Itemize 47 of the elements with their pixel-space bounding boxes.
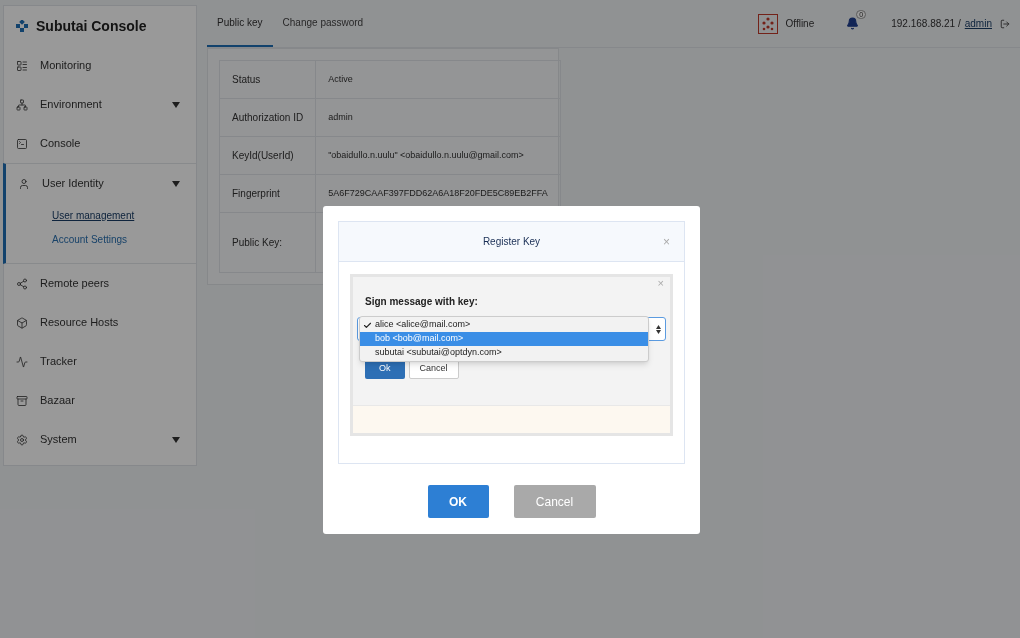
nav-subitem[interactable]: Account Settings — [52, 231, 128, 247]
dropdown-option[interactable]: bob <bob@mail.com> — [360, 332, 648, 346]
notification-icon[interactable] — [846, 17, 860, 30]
terminal-icon — [16, 137, 28, 150]
dropdown-option[interactable]: alice <alice@mail.com> — [360, 318, 648, 332]
table-cell: Fingerprint — [219, 174, 316, 213]
table-cell: Active — [315, 60, 561, 99]
nav-item[interactable]: Monitoring — [4, 46, 196, 85]
nav-item[interactable]: Environment — [4, 85, 196, 124]
nav-item[interactable]: Tracker — [4, 342, 196, 381]
user-link[interactable]: admin — [964, 16, 992, 31]
network-icon — [16, 98, 28, 111]
dropdown-option[interactable]: subutai <subutai@optdyn.com> — [360, 346, 648, 360]
nav-item[interactable]: Remote peers — [4, 264, 196, 303]
share-icon — [16, 277, 28, 290]
settings-icon — [16, 433, 28, 446]
stepper-icon — [656, 324, 661, 334]
list-icon — [16, 59, 28, 72]
modal-title: Register Key — [482, 235, 541, 249]
network-status-icon — [757, 13, 778, 34]
ok-button[interactable]: OK — [427, 485, 489, 518]
archive-icon — [16, 394, 28, 407]
logout-icon[interactable] — [1000, 18, 1010, 29]
user-icon — [18, 177, 30, 190]
logo-icon — [16, 20, 28, 32]
table-cell: Authorization ID — [219, 98, 316, 137]
nav-item[interactable]: Resource Hosts — [4, 303, 196, 342]
caret-icon — [172, 101, 180, 108]
brand-title: Subutai Console — [36, 16, 147, 36]
table-cell: Status — [219, 60, 316, 99]
nav-item[interactable]: Console — [4, 124, 196, 163]
table-cell: admin — [315, 98, 561, 137]
box-icon — [16, 316, 28, 329]
caret-icon — [172, 180, 180, 187]
nav-item[interactable]: System — [4, 420, 196, 459]
caret-icon — [172, 436, 180, 443]
tab[interactable]: Change password — [272, 0, 374, 47]
table-cell: KeyId(UserId) — [219, 136, 316, 175]
table-cell: Public Key: — [219, 212, 316, 273]
host-address: 192.168.88.21 / — [891, 17, 961, 31]
sign-label: Sign message with key: — [365, 295, 479, 309]
status-label: Offline — [785, 17, 815, 31]
table-cell: "obaidullo.n.uulu" <obaidullo.n.uulu@gmail.com> — [315, 136, 561, 175]
nav-item[interactable]: Bazaar — [4, 381, 196, 420]
nav-item[interactable]: User Identity — [6, 164, 196, 203]
activity-icon — [16, 355, 28, 368]
nav-subitem[interactable]: User management — [52, 207, 135, 223]
